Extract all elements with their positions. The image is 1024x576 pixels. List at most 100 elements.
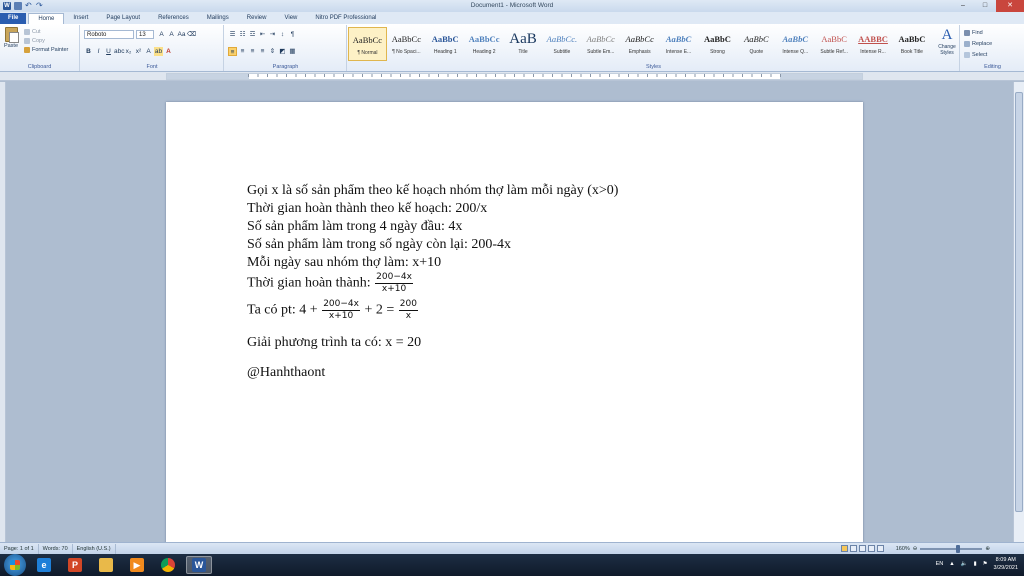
sort-icon[interactable]: ↕ (278, 30, 287, 39)
bold-button[interactable]: B (84, 47, 93, 56)
full-screen-icon[interactable] (850, 545, 857, 552)
style-subtle-emphasis[interactable]: AaBbCc Subtle Em... (581, 27, 620, 61)
align-right-icon[interactable]: ≡ (248, 47, 257, 56)
close-icon[interactable]: ✕ (996, 0, 1024, 12)
increase-indent-icon[interactable]: ⇥ (268, 30, 277, 39)
tab-home[interactable]: Home (28, 13, 65, 24)
zoom-level[interactable]: 160% (896, 546, 910, 552)
find-button[interactable]: Find (964, 27, 992, 38)
taskbar-media-player[interactable]: ▶ (124, 556, 150, 574)
tab-file[interactable]: File (0, 13, 27, 24)
style-normal[interactable]: AaBbCc ¶ Normal (348, 27, 387, 61)
style-no-spacing[interactable]: AaBbCc ¶ No Spaci... (387, 27, 426, 61)
document-content[interactable]: Gọi x là số sản phẩm theo kế hoạch nhóm … (247, 182, 787, 382)
style-heading-2[interactable]: AaBbCc Heading 2 (465, 27, 504, 61)
taskbar-word[interactable]: W (186, 556, 212, 574)
horizontal-ruler[interactable] (0, 72, 1024, 81)
taskbar-chrome[interactable] (155, 556, 181, 574)
style-intense-emphasis[interactable]: AaBbC Intense E... (659, 27, 698, 61)
page-count[interactable]: Page: 1 of 1 (0, 543, 39, 554)
highlight-button[interactable]: ab (154, 47, 163, 56)
tab-insert[interactable]: Insert (64, 13, 97, 24)
clear-format-icon[interactable]: ⌫ (187, 30, 196, 39)
font-color-button[interactable]: A (164, 47, 173, 56)
tab-view[interactable]: View (275, 13, 306, 24)
web-layout-icon[interactable] (859, 545, 866, 552)
replace-button[interactable]: Replace (964, 38, 992, 49)
style-subtitle[interactable]: AaBbCc. Subtitle (542, 27, 581, 61)
change-styles-button[interactable]: A Change Styles (934, 27, 960, 56)
underline-button[interactable]: U (104, 47, 113, 56)
taskbar-powerpoint[interactable]: P (62, 556, 88, 574)
style-intense-reference[interactable]: AABBC Intense R... (854, 27, 893, 61)
font-size-select[interactable]: 13 (136, 30, 154, 39)
font-name-select[interactable]: Roboto (84, 30, 134, 39)
style-strong[interactable]: AaBbC Strong (698, 27, 737, 61)
undo-icon[interactable]: ↶ (25, 2, 33, 10)
network-icon[interactable]: ▮ (974, 561, 977, 567)
vertical-scrollbar[interactable] (1013, 82, 1024, 542)
flag-icon[interactable]: ⚑ (983, 561, 988, 567)
tab-mailings[interactable]: Mailings (198, 13, 238, 24)
save-icon[interactable] (14, 2, 22, 10)
style-intense-quote[interactable]: AaBbC Intense Q... (776, 27, 815, 61)
select-button[interactable]: Select (964, 49, 992, 60)
zoom-slider-knob[interactable] (956, 545, 961, 553)
bullets-icon[interactable]: ☰ (228, 30, 237, 39)
italic-button[interactable]: I (94, 47, 103, 56)
draft-icon[interactable] (877, 545, 884, 552)
start-button[interactable] (4, 554, 26, 576)
document-page[interactable]: Gọi x là số sản phẩm theo kế hoạch nhóm … (166, 102, 863, 542)
tab-page-layout[interactable]: Page Layout (97, 13, 149, 24)
style-emphasis[interactable]: AaBbCc Emphasis (620, 27, 659, 61)
justify-icon[interactable]: ≡ (258, 47, 267, 56)
style-heading-1[interactable]: AaBbC Heading 1 (426, 27, 465, 61)
tab-references[interactable]: References (149, 13, 198, 24)
align-center-icon[interactable]: ≡ (238, 47, 247, 56)
multilevel-list-icon[interactable]: ☲ (248, 30, 257, 39)
tray-arrow-icon[interactable]: ▲ (949, 561, 954, 567)
cut-button[interactable]: Cut (24, 27, 68, 36)
taskbar-explorer[interactable] (93, 556, 119, 574)
borders-icon[interactable]: ▦ (288, 47, 297, 56)
language-indicator[interactable]: English (U.S.) (73, 543, 116, 554)
zoom-out-icon[interactable]: ⊖ (913, 546, 918, 552)
align-left-icon[interactable]: ≡ (228, 47, 237, 56)
tab-nitro-pdf[interactable]: Nitro PDF Professional (306, 13, 385, 24)
decrease-indent-icon[interactable]: ⇤ (258, 30, 267, 39)
minimize-icon[interactable]: – (952, 0, 974, 12)
grow-font-button[interactable]: A (157, 30, 166, 39)
outline-icon[interactable] (868, 545, 875, 552)
change-case-button[interactable]: Aa (177, 30, 186, 39)
volume-icon[interactable]: 🔈 (961, 561, 968, 567)
text-effects-button[interactable]: A (144, 47, 153, 56)
paste-button[interactable]: Paste (3, 27, 19, 49)
word-app-icon[interactable]: W (3, 2, 11, 10)
pilcrow-icon[interactable]: ¶ (288, 30, 297, 39)
scrollbar-thumb[interactable] (1015, 92, 1023, 512)
numbering-icon[interactable]: ☷ (238, 30, 247, 39)
style-subtle-reference[interactable]: AaBbC Subtle Ref... (815, 27, 854, 61)
format-painter-button[interactable]: Format Painter (24, 45, 68, 54)
tab-review[interactable]: Review (238, 13, 276, 24)
maximize-icon[interactable]: □ (974, 0, 996, 12)
word-count[interactable]: Words: 70 (39, 543, 73, 554)
language-bar[interactable]: EN (936, 561, 944, 567)
subscript-button[interactable]: x₂ (124, 47, 133, 56)
strikethrough-button[interactable]: abc (114, 47, 124, 56)
clock[interactable]: 8:09 AM 3/29/2021 (994, 556, 1018, 572)
redo-icon[interactable]: ↷ (36, 2, 44, 10)
line-spacing-icon[interactable]: ⇕ (268, 47, 277, 56)
style-quote[interactable]: AaBbC Quote (737, 27, 776, 61)
style-title[interactable]: AaB Title (504, 27, 543, 61)
shrink-font-button[interactable]: A (167, 30, 176, 39)
superscript-button[interactable]: x² (134, 47, 143, 56)
zoom-slider[interactable] (920, 545, 983, 553)
zoom-in-icon[interactable]: ⊕ (985, 546, 990, 552)
shading-icon[interactable]: ◩ (278, 47, 287, 56)
style-book-title[interactable]: AaBbC Book Title (892, 27, 931, 61)
vertical-ruler[interactable] (0, 82, 6, 542)
copy-button[interactable]: Copy (24, 36, 68, 45)
taskbar-ie[interactable]: e (31, 556, 57, 574)
print-layout-icon[interactable] (841, 545, 848, 552)
